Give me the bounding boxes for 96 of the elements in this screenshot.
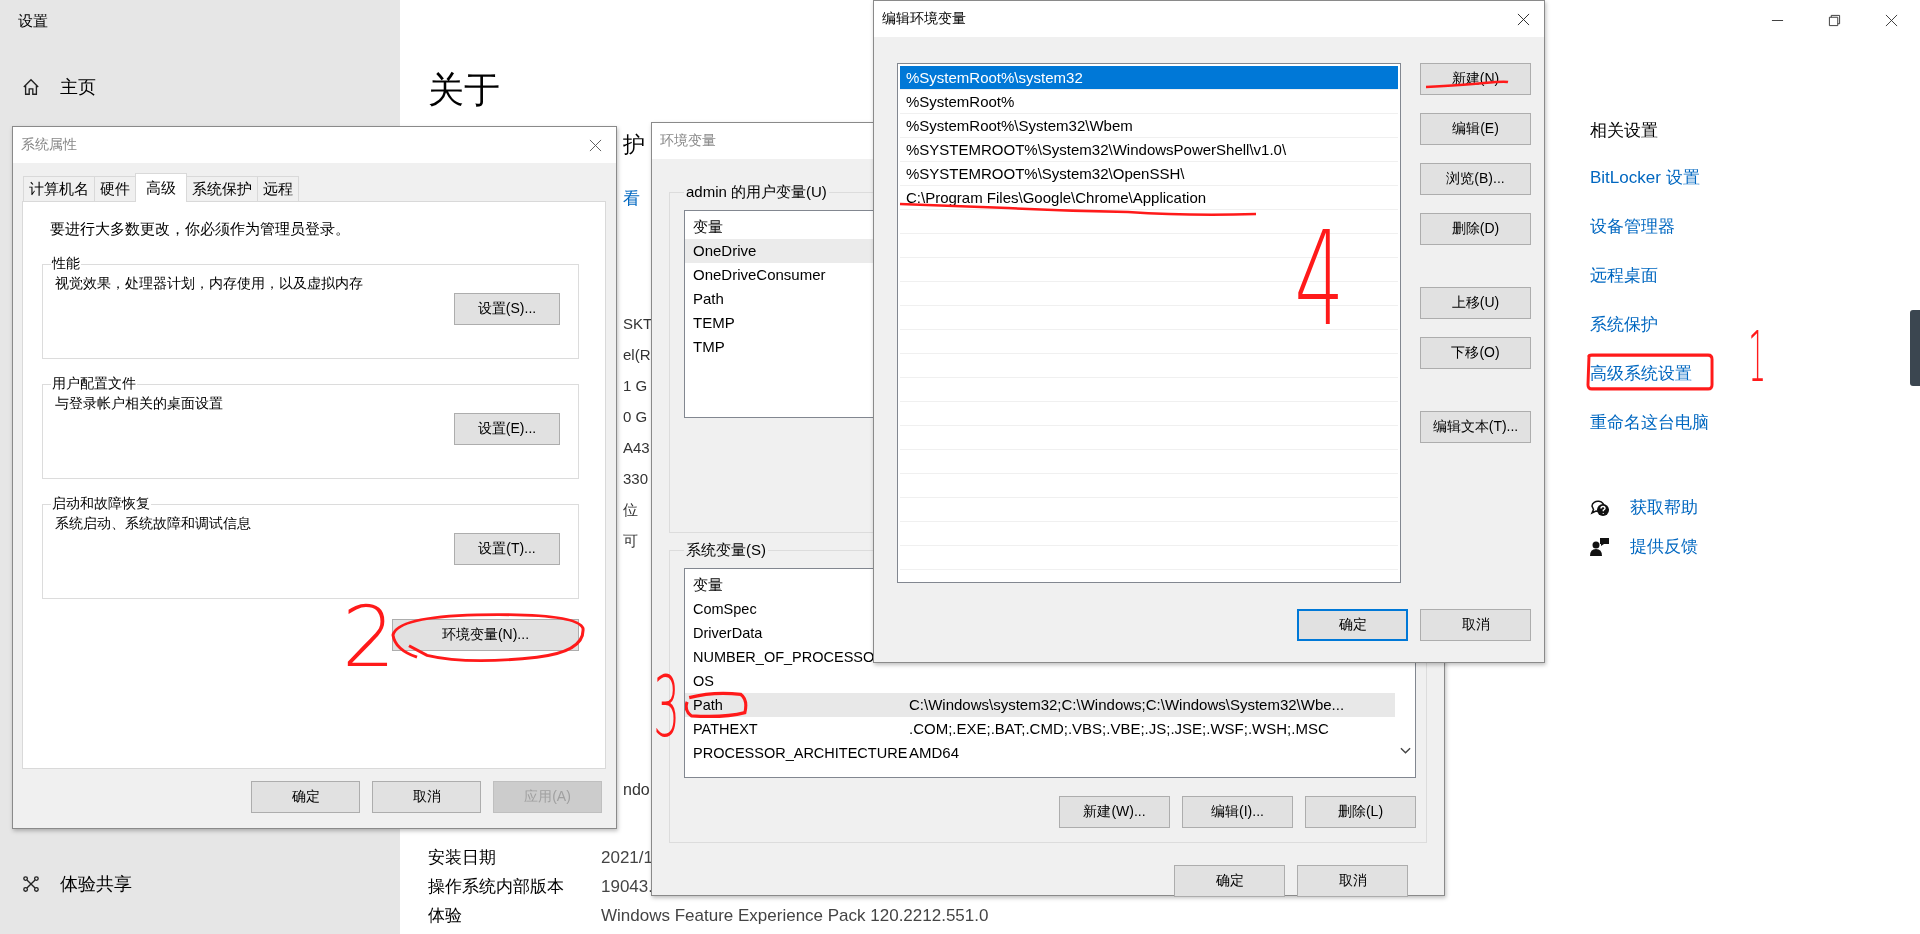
spec-value: 330 — [623, 469, 649, 489]
close-icon[interactable] — [1517, 12, 1530, 26]
settings-button[interactable]: 设置(S)... — [454, 293, 560, 325]
list-row[interactable]: PROCESSOR_ARCHITECTUREAMD64 — [685, 741, 1395, 765]
spec-value: 位 — [623, 500, 638, 520]
path-entry[interactable]: %SystemRoot% — [900, 90, 1398, 114]
dialog-button[interactable]: 下移(O) — [1420, 337, 1531, 369]
home-icon — [22, 78, 40, 96]
dialog-button[interactable]: 确定 — [1174, 865, 1285, 897]
related-link[interactable]: 设备管理器 — [1590, 217, 1675, 236]
path-entry[interactable]: %SYSTEMROOT%\System32\WindowsPowerShell\v1.0\ — [900, 138, 1398, 162]
info-value: 19043. — [601, 876, 653, 897]
environment-variables-button[interactable]: 环境变量(N)... — [392, 619, 579, 651]
info-value: 2021/1 — [601, 847, 653, 868]
window-title: 设置 — [18, 12, 49, 31]
group-description: 系统启动、系统故障和调试信息 — [55, 515, 252, 533]
path-entry[interactable]: %SystemRoot%\System32\Wbem — [900, 114, 1398, 138]
dialog-button[interactable]: 编辑(I)... — [1182, 796, 1293, 828]
variable-name: NUMBER_OF_PROCESSO — [693, 648, 876, 667]
scroll-thumb[interactable] — [1910, 310, 1920, 386]
variable-name: PROCESSOR_ARCHITECTURE — [693, 744, 909, 763]
help-link[interactable]: 获取帮助 — [1590, 496, 1698, 519]
variable-value: C:\Windows\system32;C:\Windows;C:\Windows\System32\Wbe... — [909, 695, 1345, 715]
group-title: admin 的用户变量(U) — [685, 183, 828, 202]
list-row[interactable]: Path C:\Windows\system32;C:\Windows;C:\Windows\System32\Wbe... — [685, 693, 1395, 717]
list-row[interactable]: OS — [685, 669, 1395, 693]
subtitle-text: 护 — [623, 132, 645, 158]
settings-button[interactable]: 设置(E)... — [454, 413, 560, 445]
variable-name: OS — [693, 672, 715, 691]
variable-name: ComSpec — [693, 600, 758, 619]
dialog-button[interactable]: 取消 — [372, 781, 481, 813]
group-title: 用户配置文件 — [51, 375, 137, 393]
tab[interactable]: 远程 — [257, 176, 299, 201]
dialog-button[interactable]: 取消 — [1297, 865, 1408, 897]
spec-value: 可 — [623, 531, 638, 551]
tab[interactable]: 计算机名 — [23, 176, 95, 201]
spec-value: 0 G — [623, 407, 648, 427]
share-icon — [22, 875, 40, 893]
related-link[interactable]: BitLocker 设置 — [1590, 168, 1700, 187]
column-header: 变量 — [693, 217, 724, 237]
spec-value: 1 G — [623, 376, 648, 396]
info-value: Windows Feature Experience Pack 120.2212.551.0 — [601, 905, 989, 926]
related-link[interactable]: 系统保护 — [1590, 315, 1658, 334]
link[interactable]: 看 — [623, 189, 640, 209]
step-number: 4 — [1294, 214, 1345, 344]
info-label: 安装日期 — [428, 847, 496, 868]
path-entry[interactable]: C:\Program Files\Google\Chrome\Application — [900, 186, 1398, 210]
group-description: 视觉效果，处理器计划，内存使用，以及虚拟内存 — [55, 275, 364, 293]
window-title: 系统属性 — [21, 136, 77, 154]
group-title: 系统变量(S) — [685, 541, 767, 560]
group-description: 与登录帐户相关的桌面设置 — [55, 395, 224, 413]
variable-value: .COM;.EXE;.BAT;.CMD;.VBS;.VBE;.JS;.JSE;.WSF;.WSH;.MSC — [909, 719, 1329, 739]
close-icon[interactable] — [589, 138, 602, 152]
tab[interactable]: 高级 — [135, 173, 187, 202]
dialog-button[interactable]: 删除(L) — [1305, 796, 1416, 828]
dialog-button[interactable]: 编辑文本(T)... — [1420, 411, 1531, 443]
dialog-button[interactable]: 上移(U) — [1420, 287, 1531, 319]
page-heading: 关于 — [428, 68, 500, 112]
section-title: 相关设置 — [1590, 120, 1659, 142]
group-title: 性能 — [51, 255, 81, 273]
step-number: 1 — [1748, 322, 1767, 392]
dialog-button[interactable]: 取消 — [1420, 609, 1531, 641]
close-icon[interactable] — [1885, 14, 1898, 27]
feedback-icon — [1590, 536, 1610, 557]
variable-name: PATHEXT — [693, 720, 759, 739]
help-link[interactable]: 提供反馈 — [1590, 535, 1698, 558]
dialog-button[interactable]: 编辑(E) — [1420, 113, 1531, 145]
column-header: 变量 — [693, 575, 724, 595]
spec-value: ndo — [623, 780, 650, 800]
dialog-button[interactable]: 删除(D) — [1420, 213, 1531, 245]
dialog-button[interactable]: 确定 — [251, 781, 360, 813]
related-link[interactable]: 重命名这台电脑 — [1590, 413, 1709, 432]
spec-value: SKT — [623, 314, 653, 334]
spec-value: el(R — [623, 345, 651, 365]
info-label: 操作系统内部版本 — [428, 876, 564, 897]
nav-item[interactable]: 体验共享 — [22, 872, 132, 896]
path-entry[interactable]: %SystemRoot%\system32 — [900, 66, 1398, 90]
settings-button[interactable]: 设置(T)... — [454, 533, 560, 565]
list-row[interactable]: PATHEXT .COM;.EXE;.BAT;.CMD;.VBS;.VBE;.JS;.JSE;.WSF;.WSH;.MSC — [685, 717, 1395, 741]
notice-text: 要进行大多数更改，你必须作为管理员登录。 — [50, 220, 351, 239]
window-title: 环境变量 — [660, 132, 716, 150]
related-link[interactable]: 远程桌面 — [1590, 266, 1658, 285]
step-number: 3 — [653, 665, 681, 749]
nav-item[interactable]: 主页 — [22, 75, 96, 99]
variable-name: Path — [693, 696, 724, 715]
dialog-button[interactable]: 新建(W)... — [1059, 796, 1170, 828]
dialog-button[interactable]: 浏览(B)... — [1420, 163, 1531, 195]
info-label: 体验 — [428, 905, 462, 926]
restore-icon[interactable] — [1828, 14, 1841, 27]
dialog-button[interactable]: 确定 — [1297, 609, 1408, 641]
group-title: 启动和故障恢复 — [51, 495, 151, 513]
window-title: 编辑环境变量 — [882, 10, 966, 28]
variable-value: AMD64 — [909, 743, 960, 763]
path-entry[interactable]: %SYSTEMROOT%\System32\OpenSSH\ — [900, 162, 1398, 186]
chevron-down-icon[interactable] — [1400, 747, 1411, 755]
spec-value: A43 — [623, 438, 650, 458]
